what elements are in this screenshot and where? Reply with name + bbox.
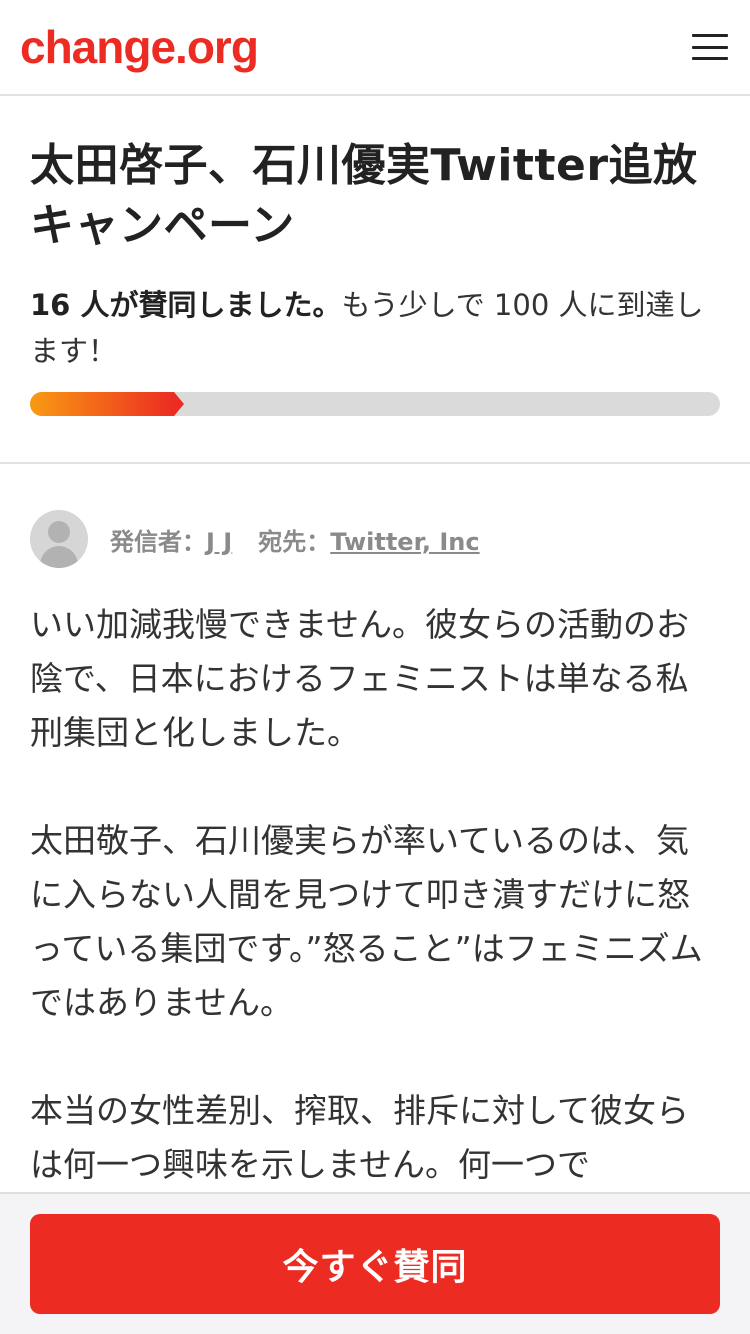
sticky-footer: 今すぐ賛同 xyxy=(0,1192,750,1334)
signature-count: 16 人が賛同しました。もう少しで 100 人に到達します！ xyxy=(30,282,720,374)
body-paragraph: 太田敬子、石川優実らが率いているのは、気に入らない人間を見つけて叩き潰すだけに怒… xyxy=(30,821,703,1022)
hamburger-menu-icon[interactable] xyxy=(692,34,728,60)
avatar-body xyxy=(40,546,78,568)
author-meta: 発信者：J J 宛先：Twitter, Inc xyxy=(110,522,480,557)
petition-author-row: 発信者：J J 宛先：Twitter, Inc xyxy=(0,464,750,568)
target-name-link[interactable]: Twitter, Inc xyxy=(330,528,479,556)
avatar-head xyxy=(48,521,70,543)
starter-label: 発信者： xyxy=(110,527,206,556)
user-avatar-icon xyxy=(30,510,88,568)
menu-line xyxy=(692,45,728,49)
menu-line xyxy=(692,57,728,60)
petition-title: 太田啓子、石川優実Twitter追放キャンペーン xyxy=(30,140,698,251)
starter-name-link[interactable]: J J xyxy=(206,528,232,556)
top-header: change.org xyxy=(0,0,750,96)
body-paragraph: いい加減我慢できません。彼女らの活動のお陰で、日本におけるフェミニストは単なる私… xyxy=(30,605,690,752)
petition-summary: 太田啓子、石川優実Twitter追放キャンペーン 16 人が賛同しました。もう少… xyxy=(0,96,750,464)
signed-count-text: 16 人が賛同しました。 xyxy=(30,288,342,322)
petition-body: いい加減我慢できません。彼女らの活動のお陰で、日本におけるフェミニストは単なる私… xyxy=(0,568,750,1192)
body-paragraph: 本当の女性差別、搾取、排斥に対して彼女らは何一つ興味を示しません。何一つで xyxy=(30,1091,690,1184)
sign-now-button[interactable]: 今すぐ賛同 xyxy=(30,1214,720,1314)
change-org-logo[interactable]: change.org xyxy=(20,24,259,70)
menu-line xyxy=(692,34,728,37)
progress-fill xyxy=(30,392,183,416)
target-label: 宛先： xyxy=(258,527,331,556)
signature-progress-bar xyxy=(30,392,720,416)
